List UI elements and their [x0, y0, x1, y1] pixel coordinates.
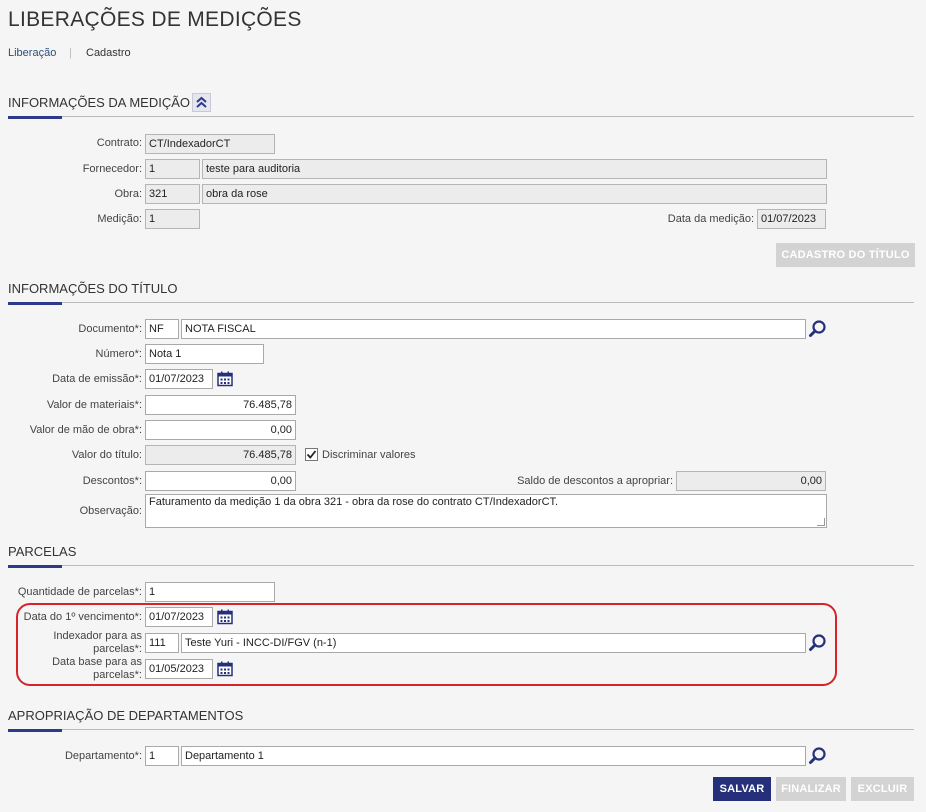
data-base-label-line2: parcelas*: [93, 669, 142, 681]
search-icon[interactable] [808, 746, 828, 766]
fornecedor-name-field: teste para auditoria [202, 159, 827, 179]
materiais-input[interactable]: 76.485,78 [145, 395, 296, 415]
departamento-label: Departamento*: [64, 750, 142, 762]
descontos-label: Descontos*: [82, 475, 142, 487]
documento-code-input[interactable]: NF [145, 319, 179, 339]
indexador-label: Indexador para as parcelas*: [10, 630, 142, 656]
valor-titulo-field: 76.485,78 [145, 445, 296, 465]
collapse-section-button[interactable] [192, 93, 211, 112]
documento-name-input[interactable]: NOTA FISCAL [181, 319, 806, 339]
page-title: LIBERAÇÕES DE MEDIÇÕES [8, 8, 302, 31]
data-base-label-line1: Data base para as [52, 656, 142, 668]
departamento-code-input[interactable]: 1 [145, 746, 179, 766]
departamento-name-input[interactable]: Departamento 1 [181, 746, 806, 766]
section-accent [8, 302, 62, 305]
indexador-code-input[interactable]: 111 [145, 633, 179, 653]
breadcrumb-separator: | [69, 47, 72, 59]
finalizar-button[interactable]: FINALIZAR [776, 777, 846, 801]
discriminar-checkbox[interactable] [305, 448, 318, 461]
emissao-label: Data de emissão*: [52, 373, 142, 385]
observacao-label: Observação: [79, 505, 142, 517]
vencimento-input[interactable]: 01/07/2023 [145, 607, 213, 627]
mao-obra-input[interactable]: 0,00 [145, 420, 296, 440]
section-divider [8, 116, 914, 117]
medicao-field: 1 [145, 209, 200, 229]
section-accent [8, 565, 62, 568]
data-medicao-label: Data da medição: [667, 213, 754, 225]
section-divider [8, 565, 914, 566]
data-medicao-field: 01/07/2023 [757, 209, 826, 229]
search-icon[interactable] [808, 319, 828, 339]
observacao-text: Faturamento da medição 1 da obra 321 - o… [149, 496, 559, 508]
section-divider [8, 302, 914, 303]
mao-obra-label: Valor de mão de obra*: [29, 424, 142, 436]
section-title-departamentos: APROPRIAÇÃO DE DEPARTAMENTOS [8, 708, 244, 723]
quantidade-label: Quantidade de parcelas*: [17, 586, 142, 598]
observacao-textarea[interactable]: Faturamento da medição 1 da obra 321 - o… [145, 494, 827, 528]
excluir-button[interactable]: EXCLUIR [851, 777, 914, 801]
checkmark-icon [306, 450, 317, 459]
saldo-field: 0,00 [676, 471, 826, 491]
obra-code-field: 321 [145, 184, 200, 204]
contrato-field: CT/IndexadorCT [145, 134, 275, 154]
salvar-button[interactable]: SALVAR [713, 777, 771, 801]
double-chevron-up-icon [196, 96, 207, 108]
section-title-titulo: INFORMAÇÕES DO TÍTULO [8, 281, 178, 296]
documento-label: Documento*: [78, 323, 142, 335]
discriminar-label[interactable]: Discriminar valores [322, 449, 416, 462]
contrato-label: Contrato: [96, 137, 142, 149]
descontos-input[interactable]: 0,00 [145, 471, 296, 491]
quantidade-input[interactable]: 1 [145, 582, 275, 602]
numero-label: Número*: [95, 348, 142, 360]
section-title-medicao: INFORMAÇÕES DA MEDIÇÃO [8, 95, 191, 110]
resize-handle[interactable] [817, 518, 825, 526]
calendar-icon[interactable] [217, 371, 233, 387]
valor-titulo-label: Valor do título: [71, 449, 142, 461]
section-accent [8, 729, 62, 732]
calendar-icon[interactable] [217, 609, 233, 625]
vencimento-label: Data do 1º vencimento*: [23, 611, 142, 623]
obra-name-field: obra da rose [202, 184, 827, 204]
materiais-label: Valor de materiais*: [46, 399, 142, 411]
numero-input[interactable]: Nota 1 [145, 344, 264, 364]
section-divider [8, 729, 914, 730]
section-accent [8, 116, 62, 119]
fornecedor-code-field: 1 [145, 159, 200, 179]
calendar-icon[interactable] [217, 661, 233, 677]
indexador-label-line2: parcelas*: [93, 643, 142, 655]
data-base-input[interactable]: 01/05/2023 [145, 659, 213, 679]
emissao-input[interactable]: 01/07/2023 [145, 369, 213, 389]
indexador-label-line1: Indexador para as [53, 630, 142, 642]
breadcrumb-current: Cadastro [86, 47, 131, 59]
search-icon[interactable] [808, 633, 828, 653]
fornecedor-label: Fornecedor: [82, 163, 142, 175]
obra-label: Obra: [114, 188, 142, 200]
data-base-label: Data base para as parcelas*: [10, 656, 142, 682]
breadcrumb-link-liberacao[interactable]: Liberação [8, 47, 56, 59]
indexador-name-input[interactable]: Teste Yuri - INCC-DI/FGV (n-1) [181, 633, 806, 653]
medicao-label: Medição: [97, 213, 142, 225]
saldo-label: Saldo de descontos a apropriar: [517, 475, 673, 487]
cadastro-titulo-button[interactable]: CADASTRO DO TÍTULO [776, 243, 915, 267]
section-title-parcelas: PARCELAS [8, 544, 77, 559]
